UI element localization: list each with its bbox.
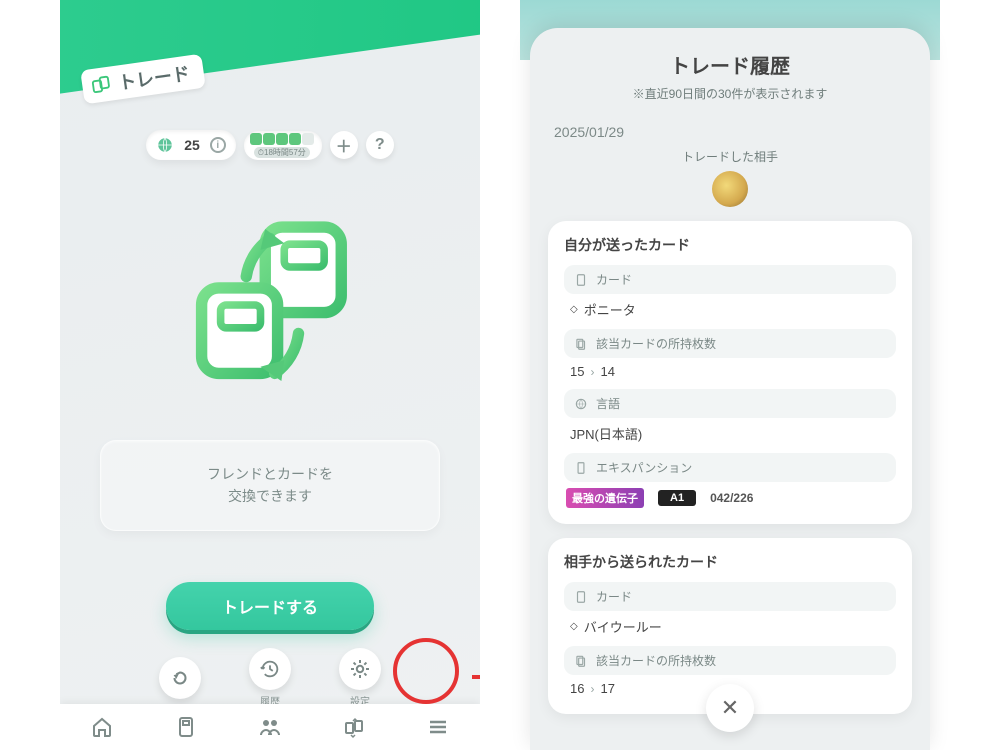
- history-title: トレード履歴: [548, 50, 912, 79]
- history-icon: [259, 658, 281, 680]
- trade-button[interactable]: トレードする: [166, 582, 374, 630]
- info-icon[interactable]: i: [210, 137, 226, 153]
- field-expansion-label: エキスパンション: [596, 459, 692, 476]
- sent-card-section: 自分が送ったカード カード ◇ ポニータ 該当カードの所持枚数 15 › 14 …: [548, 221, 912, 524]
- card-icon: [574, 590, 588, 604]
- recv-card-name: ◇ バイウールー: [564, 611, 896, 638]
- partner-label: トレードした相手: [548, 148, 912, 165]
- stamina-icons: [250, 133, 314, 145]
- back-button[interactable]: [159, 657, 201, 699]
- pack-icon: [574, 461, 588, 475]
- bottom-nav: [60, 704, 480, 750]
- arrow-right-icon: ›: [590, 682, 594, 696]
- sent-lang: JPN(日本語): [564, 418, 896, 445]
- field-lang-label: 言語: [596, 395, 620, 412]
- settings-button[interactable]: 設定: [339, 648, 381, 708]
- sent-card-name: ◇ ポニータ: [564, 294, 896, 321]
- globe-icon: [574, 397, 588, 411]
- trade-cards-icon: [89, 72, 114, 97]
- expansion-name-badge: 最強の遺伝子: [566, 488, 644, 508]
- field-count-label: 該当カードの所持枚数: [596, 652, 716, 669]
- help-button[interactable]: ?: [366, 131, 394, 159]
- trade-illustration: [170, 210, 370, 400]
- token-count: 25: [184, 137, 200, 153]
- arrow-right-icon: ›: [590, 365, 594, 379]
- field-count-label: 該当カードの所持枚数: [596, 335, 716, 352]
- stack-icon: [574, 337, 588, 351]
- partner-avatar[interactable]: [712, 171, 748, 207]
- prompt-line-1: フレンドとカードを: [101, 463, 439, 485]
- nav-home-icon[interactable]: [90, 715, 114, 739]
- back-arrow-icon: [169, 667, 191, 689]
- status-row: 25 i ⏱18時間57分 ＋ ?: [60, 130, 480, 160]
- expansion-code-badge: A1: [658, 490, 696, 506]
- field-card: カード: [564, 265, 896, 294]
- card-icon: [574, 273, 588, 287]
- nav-trade-icon[interactable]: [342, 715, 366, 739]
- gear-icon: [348, 657, 372, 681]
- prompt-line-2: 交換できます: [101, 485, 439, 507]
- field-card-label: カード: [596, 588, 632, 605]
- screen-title: トレード: [116, 60, 191, 96]
- trade-token-pill[interactable]: 25 i: [146, 130, 236, 160]
- annotation-arrow-icon: [470, 665, 480, 689]
- history-button[interactable]: 履歴: [249, 648, 291, 708]
- annotation-circle: [393, 638, 459, 704]
- prompt-text-box: フレンドとカードを 交換できます: [100, 440, 440, 531]
- stamina-timer: ⏱18時間57分: [254, 147, 310, 158]
- stamina-pill[interactable]: ⏱18時間57分: [244, 131, 322, 160]
- trade-main-screen: トレード 25 i ⏱18時間57分 ＋ ? フレンドとカードを 交換できます …: [60, 0, 480, 750]
- trade-date: 2025/01/29: [554, 124, 912, 140]
- history-sheet: トレード履歴 ※直近90日間の30件が表示されます 2025/01/29 トレー…: [530, 28, 930, 750]
- history-subtitle: ※直近90日間の30件が表示されます: [548, 85, 912, 102]
- section-title-sent: 自分が送ったカード: [564, 235, 896, 255]
- section-title-received: 相手から送られたカード: [564, 552, 896, 572]
- expansion-number: 042/226: [710, 491, 753, 505]
- close-button[interactable]: ✕: [706, 684, 754, 732]
- stack-icon: [574, 654, 588, 668]
- field-expansion: エキスパンション: [564, 453, 896, 482]
- nav-card-icon[interactable]: [174, 715, 198, 739]
- sent-count: 15 › 14: [564, 358, 896, 381]
- field-count: 該当カードの所持枚数: [564, 646, 896, 675]
- globe-icon: [156, 136, 174, 154]
- field-card-label: カード: [596, 271, 632, 288]
- trade-history-screen: トレード履歴 ※直近90日間の30件が表示されます 2025/01/29 トレー…: [520, 0, 940, 750]
- expansion-row: 最強の遺伝子 A1 042/226: [564, 482, 896, 508]
- nav-social-icon[interactable]: [258, 715, 282, 739]
- field-lang: 言語: [564, 389, 896, 418]
- add-button[interactable]: ＋: [330, 131, 358, 159]
- field-card: カード: [564, 582, 896, 611]
- field-count: 該当カードの所持枚数: [564, 329, 896, 358]
- nav-menu-icon[interactable]: [426, 715, 450, 739]
